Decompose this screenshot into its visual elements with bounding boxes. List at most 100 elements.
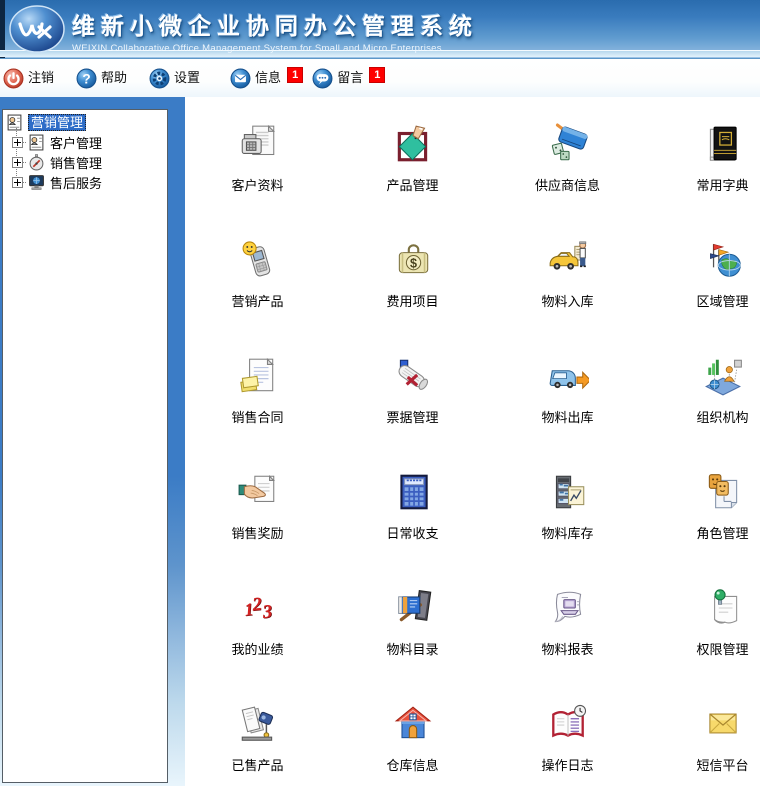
app-item-label: 物料报表 xyxy=(541,639,593,658)
projector-boards-icon xyxy=(237,703,279,745)
app-item-label: 费用项目 xyxy=(386,291,438,310)
clipboard-person-icon xyxy=(6,114,23,131)
expand-plus-icon[interactable] xyxy=(12,157,23,168)
cabinet-chart-icon xyxy=(547,471,589,513)
envelope-icon xyxy=(702,703,744,745)
svg-text:?: ? xyxy=(82,71,90,86)
house-icon xyxy=(392,703,434,745)
app-title: 维新小微企业协同办公管理系统 xyxy=(72,7,478,41)
app-item-region-management[interactable]: 区域管理 xyxy=(645,227,760,343)
hand-document-icon xyxy=(237,471,279,513)
app-item-sales-contract[interactable]: 销售合同 xyxy=(185,343,335,459)
app-item-material-catalog[interactable]: 物料目录 xyxy=(335,575,490,691)
app-item-material-outbound[interactable]: 物料出库 xyxy=(490,343,645,459)
tree-item-customer-management[interactable]: 客户管理 xyxy=(3,132,167,152)
sidebar-frame: 营销管理 客户管理 销售管理 xyxy=(0,97,185,786)
app-item-label: 操作日志 xyxy=(541,755,593,774)
app-item-label: 组织机构 xyxy=(696,407,748,426)
app-item-label: 短信平台 xyxy=(696,755,748,774)
app-item-permission-management[interactable]: 权限管理 xyxy=(645,575,760,691)
messages-label: 信息 xyxy=(255,68,281,88)
report-sheet-icon xyxy=(547,587,589,629)
dictionary-icon xyxy=(702,123,744,165)
tree-item-label: 售后服务 xyxy=(50,173,102,192)
app-item-daily-accounts[interactable]: 日常收支 xyxy=(335,459,490,575)
settings-label: 设置 xyxy=(174,68,200,88)
app-item-label: 物料目录 xyxy=(386,639,438,658)
app-item-label: 物料入库 xyxy=(541,291,593,310)
app-item-label: 已售产品 xyxy=(231,755,283,774)
app-item-label: 日常收支 xyxy=(386,523,438,542)
app-item-sms-platform[interactable]: 短信平台 xyxy=(645,691,760,786)
tree-item-label: 营销管理 xyxy=(28,114,86,131)
app-item-invoice-management[interactable]: 票据管理 xyxy=(335,343,490,459)
tree-item-sales-management[interactable]: 销售管理 xyxy=(3,152,167,172)
globe-flags-icon xyxy=(702,239,744,281)
app-item-sold-products[interactable]: 已售产品 xyxy=(185,691,335,786)
splitter-handle[interactable] xyxy=(170,97,185,786)
toolbar: 注销 ? 帮助 设置 信息 1 留言 1 xyxy=(0,59,760,97)
logout-button[interactable]: 注销 xyxy=(3,68,54,89)
monitor-icon xyxy=(28,174,45,191)
org-chart-icon xyxy=(702,355,744,397)
help-label: 帮助 xyxy=(101,68,127,88)
app-item-organization[interactable]: 组织机构 xyxy=(645,343,760,459)
app-header: 维新小微企业协同办公管理系统 WEIXIN Collaborative Offi… xyxy=(0,0,760,59)
tree-item-label: 销售管理 xyxy=(50,153,102,172)
app-item-label: 客户资料 xyxy=(231,175,283,194)
svg-text:3: 3 xyxy=(260,601,273,623)
app-item-label: 物料出库 xyxy=(541,407,593,426)
expand-plus-icon[interactable] xyxy=(12,177,23,188)
expand-plus-icon[interactable] xyxy=(12,137,23,148)
app-item-label: 区域管理 xyxy=(696,291,748,310)
tree: 营销管理 客户管理 销售管理 xyxy=(3,110,167,192)
contract-notes-icon xyxy=(237,355,279,397)
app-item-label: 销售合同 xyxy=(231,407,283,426)
app-item-marketing-products[interactable]: 营销产品 xyxy=(185,227,335,343)
module-grid: 客户资料 产品管理 xyxy=(185,111,760,786)
settings-button[interactable]: 设置 xyxy=(149,68,200,89)
app-item-label: 供应商信息 xyxy=(535,175,600,194)
messages-button[interactable]: 信息 1 xyxy=(230,68,303,89)
app-item-material-inventory[interactable]: 物料库存 xyxy=(490,459,645,575)
app-item-sales-reward[interactable]: 销售奖励 xyxy=(185,459,335,575)
app-item-label: 仓库信息 xyxy=(386,755,438,774)
power-icon xyxy=(3,68,24,89)
tree-item-after-sales-service[interactable]: 售后服务 xyxy=(3,172,167,192)
app-item-supplier-info[interactable]: 供应商信息 xyxy=(490,111,645,227)
help-button[interactable]: ? 帮助 xyxy=(76,68,127,89)
app-item-label: 物料库存 xyxy=(541,523,593,542)
navigation-tree-panel: 营销管理 客户管理 销售管理 xyxy=(2,109,168,783)
tree-item-marketing-management[interactable]: 营销管理 xyxy=(3,112,167,132)
money-case-icon: $ xyxy=(392,239,434,281)
app-item-label: 营销产品 xyxy=(231,291,283,310)
app-logo-wx-icon xyxy=(8,4,66,54)
tree-item-label: 客户管理 xyxy=(50,133,102,152)
app-item-material-report[interactable]: 物料报表 xyxy=(490,575,645,691)
logbook-clock-icon xyxy=(547,703,589,745)
app-item-expense-items[interactable]: $ 费用项目 xyxy=(335,227,490,343)
comment-icon xyxy=(312,68,333,89)
phone-smiley-icon xyxy=(237,239,279,281)
compass-icon xyxy=(28,154,45,171)
app-item-operation-log[interactable]: 操作日志 xyxy=(490,691,645,786)
app-item-product-management[interactable]: 产品管理 xyxy=(335,111,490,227)
app-item-label: 权限管理 xyxy=(696,639,748,658)
app-item-warehouse-info[interactable]: 仓库信息 xyxy=(335,691,490,786)
guestbook-count-badge[interactable]: 1 xyxy=(369,67,385,83)
app-item-common-dictionary[interactable]: 常用字典 xyxy=(645,111,760,227)
help-icon: ? xyxy=(76,68,97,89)
app-item-customer-data[interactable]: 客户资料 xyxy=(185,111,335,227)
app-item-label: 角色管理 xyxy=(696,523,748,542)
ticket-roll-icon xyxy=(392,355,434,397)
app-item-material-inbound[interactable]: 物料入库 xyxy=(490,227,645,343)
guestbook-label: 留言 xyxy=(337,68,363,88)
app-item-my-performance[interactable]: 1 1 2 2 3 3 我的业绩 xyxy=(185,575,335,691)
catalog-magnifier-icon xyxy=(392,587,434,629)
guestbook-button[interactable]: 留言 1 xyxy=(312,68,385,89)
app-item-role-management[interactable]: 角色管理 xyxy=(645,459,760,575)
messages-count-badge[interactable]: 1 xyxy=(287,67,303,83)
app-item-label: 销售奖励 xyxy=(231,523,283,542)
clipboard-person-icon xyxy=(28,134,45,151)
app-item-label: 常用字典 xyxy=(696,175,748,194)
